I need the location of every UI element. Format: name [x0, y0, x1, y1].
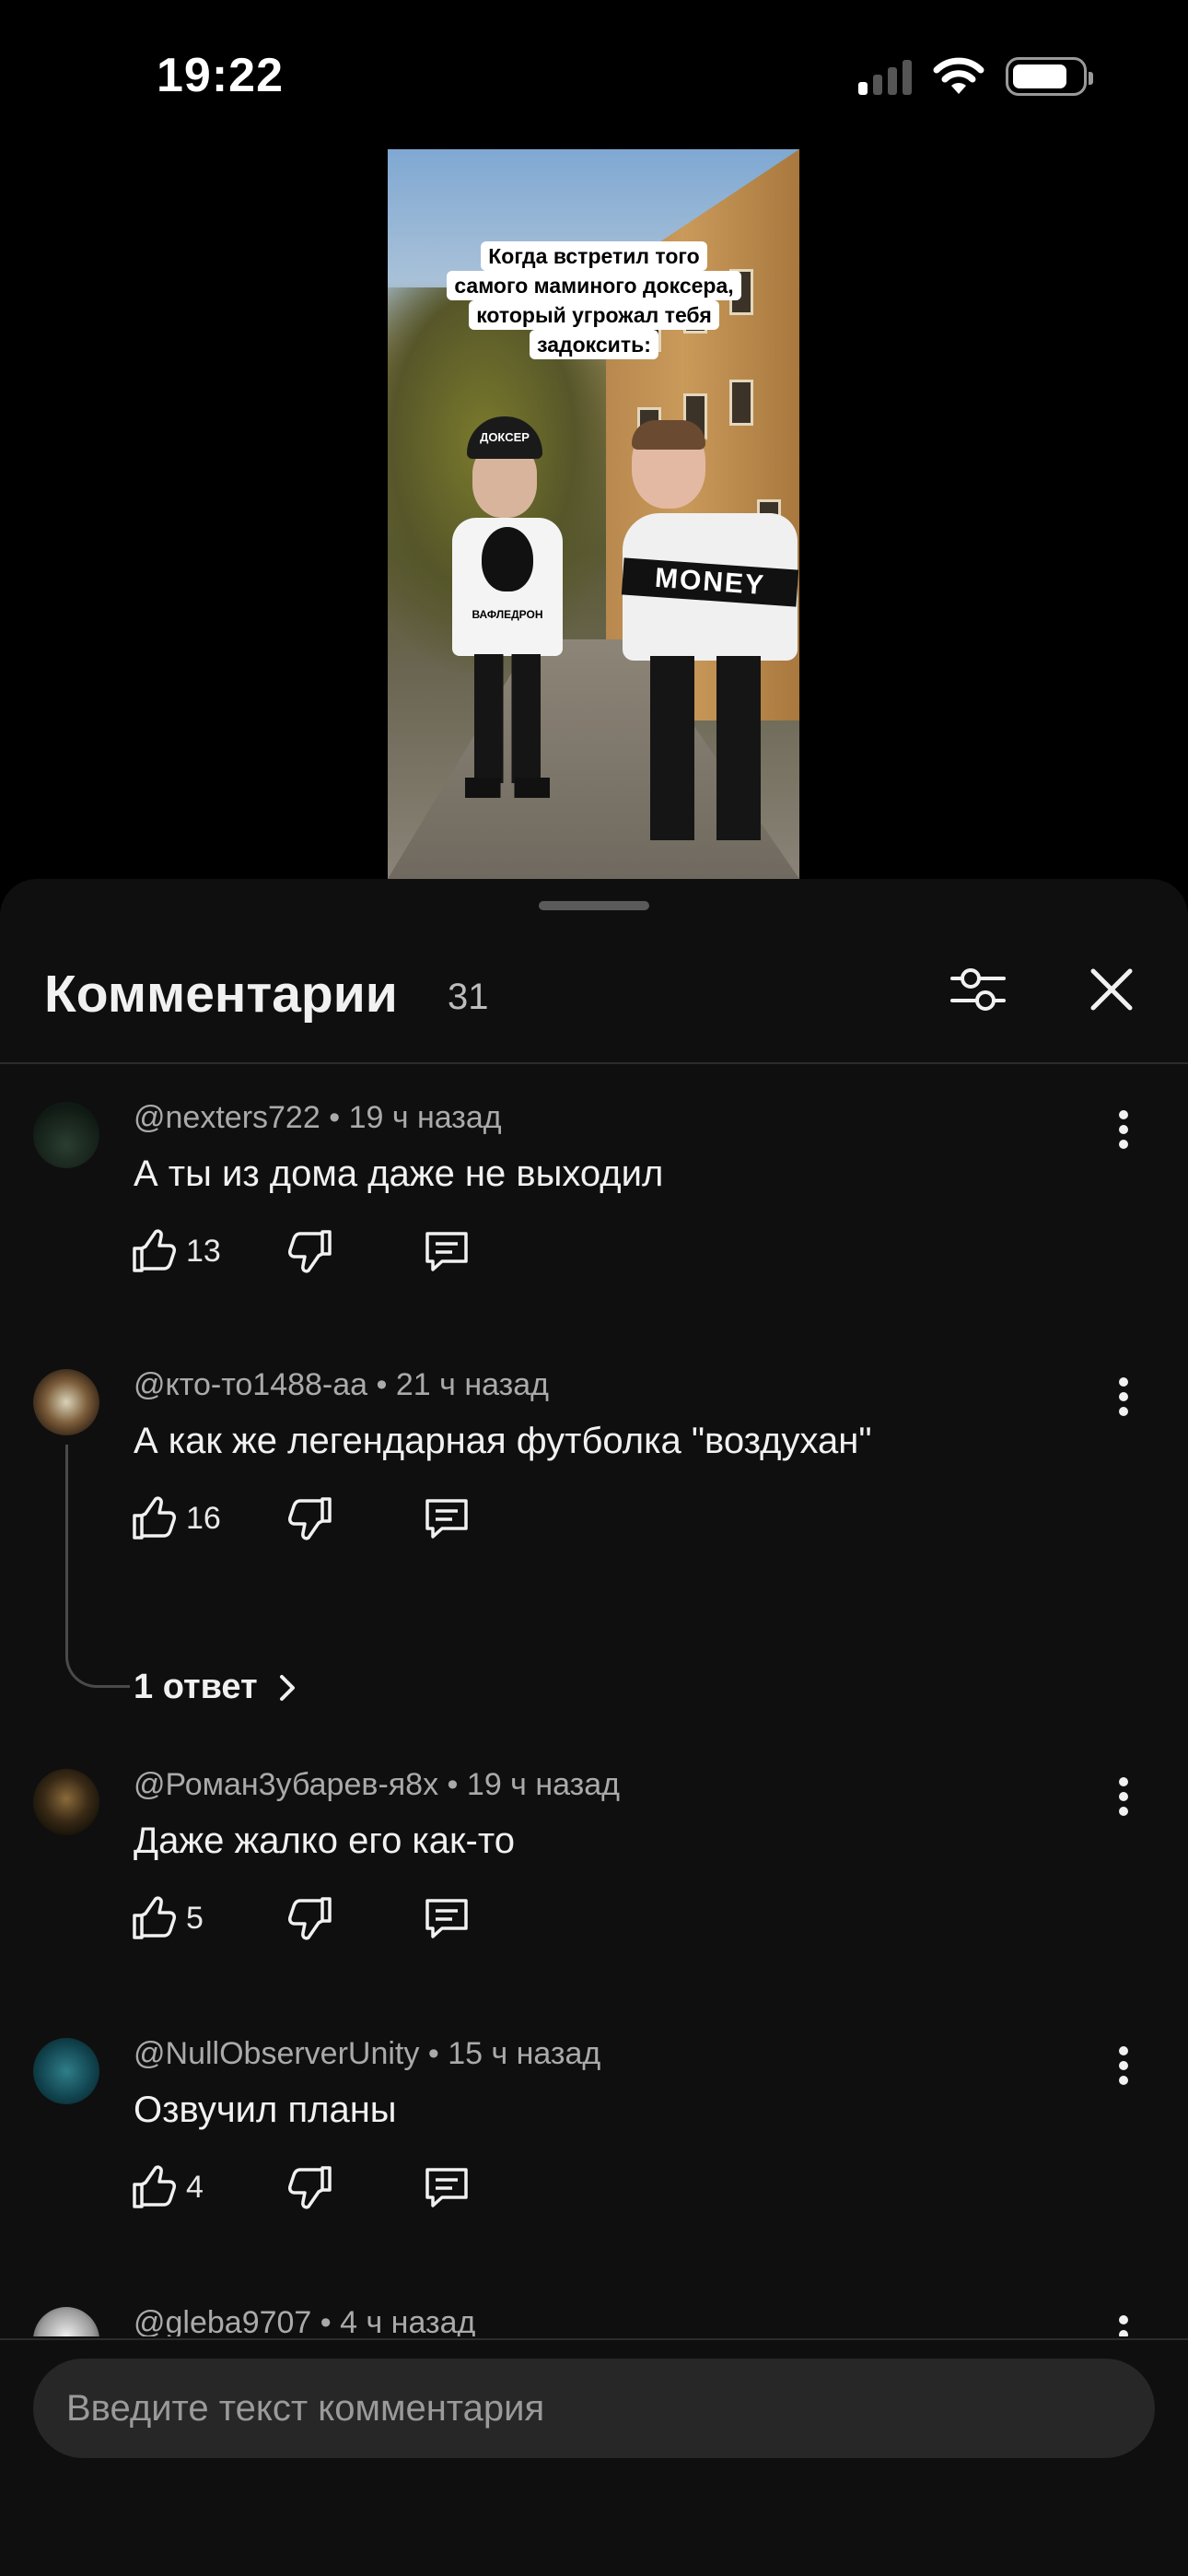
comment-author[interactable]: @кто-то1488-аа [134, 1367, 367, 1402]
comment-actions: 16 [129, 1489, 608, 1548]
thread-connector [65, 1445, 130, 1688]
shirt-text: ВАФЛЕДРОН [472, 608, 543, 621]
like-count: 4 [186, 2169, 204, 2205]
reply-button[interactable] [422, 1489, 472, 1548]
status-time: 19:22 [157, 49, 284, 102]
status-icons [858, 57, 1093, 96]
thumb-down-icon [288, 1230, 332, 1273]
comment-meta: @gleba9707 • 4 ч назад [134, 2305, 475, 2336]
comment-author[interactable]: @gleba9707 [134, 2305, 311, 2336]
video-player[interactable]: Когда встретил того самого маминого докс… [388, 149, 799, 879]
comment-item: @Роман3убарев-я8х • 19 ч назад Даже жалк… [0, 1732, 1188, 2001]
comment-author[interactable]: @NullObserverUnity [134, 2036, 419, 2071]
sheet-drag-handle[interactable] [539, 901, 649, 910]
chevron-right-icon [279, 1674, 295, 1701]
comment-text: А как же легендарная футболка "воздухан" [134, 1421, 872, 1461]
reply-comment-icon [425, 1232, 468, 1271]
like-count: 13 [186, 1233, 221, 1269]
more-vertical-icon[interactable] [1105, 1369, 1142, 1424]
comment-meta: @NullObserverUnity • 15 ч назад [134, 2036, 601, 2071]
video-person-left: ДОКСЕР ВАФЛЕДРОН [452, 416, 563, 803]
caption-line: Когда встретил того [481, 241, 707, 271]
reply-button[interactable] [422, 1222, 472, 1281]
comment-text: А ты из дома даже не выходил [134, 1153, 664, 1194]
comment-time: 21 ч назад [395, 1367, 549, 1402]
status-bar: 19:22 [0, 0, 1188, 147]
like-button[interactable]: 4 [129, 2158, 204, 2217]
thumb-up-icon [133, 2165, 176, 2208]
comment-time: 19 ч назад [466, 1767, 620, 1802]
comment-input[interactable] [33, 2359, 1155, 2458]
video-person-right: MONEY [604, 420, 799, 859]
view-replies-button[interactable]: 1 ответ [134, 1668, 306, 1707]
comment-item: @кто-то1488-аа • 21 ч назад А как же лег… [0, 1332, 1188, 1732]
caption-line: задоксить: [530, 330, 658, 359]
comments-sheet: Комментарии 31 @nexters722 • 19 ч назад [0, 879, 1188, 2576]
more-vertical-icon[interactable] [1105, 1769, 1142, 1824]
comment-item: @NullObserverUnity • 15 ч назад Озвучил … [0, 2001, 1188, 2270]
avatar[interactable] [33, 2038, 99, 2104]
like-button[interactable]: 16 [129, 1489, 221, 1548]
screen: 19:22 Когда встретил того самого маминог… [0, 0, 1188, 2576]
reply-button[interactable] [422, 1889, 472, 1948]
thumb-down-icon [288, 2166, 332, 2209]
comments-list: @nexters722 • 19 ч назад А ты из дома да… [0, 1065, 1188, 2336]
comment-author[interactable]: @nexters722 [134, 1100, 320, 1135]
cellular-signal-icon [858, 58, 912, 95]
comment-input-bar [0, 2338, 1188, 2576]
caption-line: который угрожал тебя [469, 300, 719, 330]
comment-meta: @nexters722 • 19 ч назад [134, 1100, 502, 1135]
comment-text: Озвучил планы [134, 2090, 397, 2130]
comment-actions: 4 [129, 2158, 608, 2217]
dislike-button[interactable] [285, 1489, 335, 1548]
cap-text: ДОКСЕР [467, 416, 542, 459]
thumb-up-icon [133, 1496, 176, 1540]
comment-item: @nexters722 • 19 ч назад А ты из дома да… [0, 1065, 1188, 1332]
sheet-divider [0, 1062, 1188, 1064]
thumb-up-icon [133, 1896, 176, 1939]
comment-actions: 5 [129, 1889, 608, 1948]
video-caption: Когда встретил того самого маминого докс… [419, 241, 769, 359]
devil-print [482, 527, 533, 591]
comment-author[interactable]: @Роман3убарев-я8х [134, 1767, 438, 1802]
dislike-button[interactable] [285, 1889, 335, 1948]
more-vertical-icon[interactable] [1105, 2307, 1142, 2336]
dislike-button[interactable] [285, 1222, 335, 1281]
avatar[interactable] [33, 1769, 99, 1835]
avatar[interactable] [33, 1102, 99, 1168]
reply-comment-icon [425, 1899, 468, 1938]
battery-icon [1006, 57, 1093, 96]
caption-line: самого маминого доксера, [447, 271, 741, 300]
more-vertical-icon[interactable] [1105, 1102, 1142, 1157]
comment-time: 4 ч назад [340, 2305, 476, 2336]
like-button[interactable]: 13 [129, 1222, 221, 1281]
comment-time: 19 ч назад [348, 1100, 502, 1135]
comment-meta: @кто-то1488-аа • 21 ч назад [134, 1367, 549, 1402]
filter-sliders-icon[interactable] [949, 960, 1007, 1019]
comment-item: @gleba9707 • 4 ч назад [0, 2270, 1188, 2336]
thumb-down-icon [288, 1897, 332, 1940]
thumb-down-icon [288, 1497, 332, 1540]
building-window [729, 380, 753, 426]
close-icon[interactable] [1082, 960, 1141, 1019]
more-vertical-icon[interactable] [1105, 2038, 1142, 2093]
sheet-title: Комментарии [44, 965, 398, 1024]
avatar[interactable] [33, 1369, 99, 1435]
like-count: 5 [186, 1900, 204, 1936]
comment-text: Даже жалко его как-то [134, 1821, 515, 1861]
comment-time: 15 ч назад [448, 2036, 601, 2071]
like-button[interactable]: 5 [129, 1889, 204, 1948]
comment-meta: @Роман3убарев-я8х • 19 ч назад [134, 1767, 620, 1802]
reply-comment-icon [425, 2168, 468, 2207]
comment-count: 31 [448, 977, 489, 1017]
wifi-icon [933, 57, 984, 94]
comment-actions: 13 [129, 1222, 608, 1281]
reply-button[interactable] [422, 2158, 472, 2217]
replies-label: 1 ответ [134, 1668, 258, 1706]
dislike-button[interactable] [285, 2158, 335, 2217]
avatar[interactable] [33, 2307, 99, 2336]
like-count: 16 [186, 1500, 221, 1536]
reply-comment-icon [425, 1499, 468, 1539]
thumb-up-icon [133, 1229, 176, 1272]
